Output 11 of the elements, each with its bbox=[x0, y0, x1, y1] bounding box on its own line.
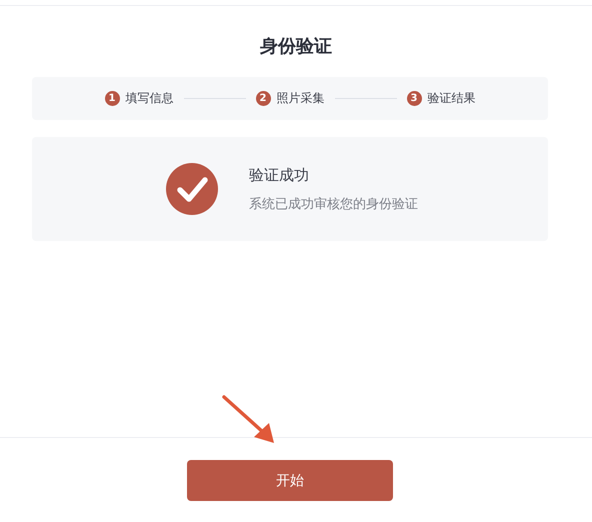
check-icon bbox=[166, 163, 218, 215]
start-button[interactable]: 开始 bbox=[187, 460, 393, 501]
result-heading: 验证成功 bbox=[249, 166, 310, 184]
step-number: 2 bbox=[256, 91, 270, 106]
step-label: 照片采集 bbox=[276, 90, 324, 107]
step-number: 1 bbox=[104, 91, 120, 106]
step-number: 3 bbox=[406, 91, 422, 106]
page-title: 身份验证 bbox=[259, 35, 333, 59]
step-label: 填写信息 bbox=[126, 90, 174, 107]
step-label: 验证结果 bbox=[428, 90, 476, 107]
result-message: 系统已成功审核您的身份验证 bbox=[249, 196, 418, 212]
